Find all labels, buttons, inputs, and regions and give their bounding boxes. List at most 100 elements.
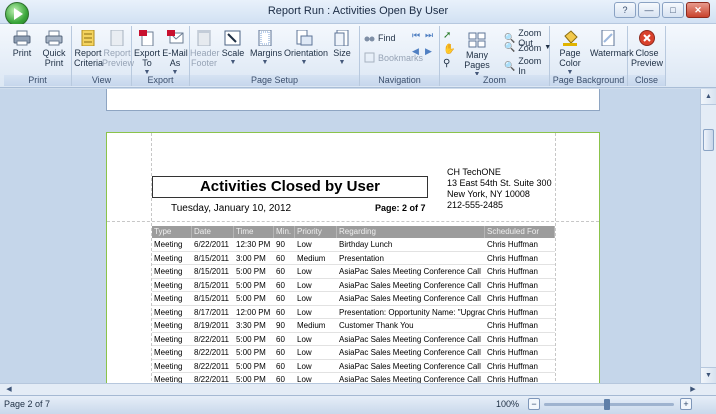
next-page-button[interactable]: ▶ bbox=[425, 46, 432, 57]
table-cell: Meeting bbox=[154, 348, 183, 357]
table-cell: AsiaPac Sales Meeting Conference Call bbox=[339, 348, 481, 357]
pointer-tool-button[interactable]: ➚ bbox=[443, 30, 451, 41]
close-window-button[interactable]: ✕ bbox=[686, 2, 710, 18]
zoom-in-button[interactable]: 🔍 Zoom In bbox=[504, 56, 549, 76]
page-size-icon bbox=[334, 30, 349, 46]
group-label-export: Export bbox=[132, 75, 189, 86]
hand-tool-button[interactable]: ✋ bbox=[443, 44, 455, 55]
close-preview-button[interactable]: Close Preview bbox=[630, 30, 664, 68]
activities-table: Type Date Time Min. Priority Regarding S… bbox=[152, 226, 555, 383]
orientation-icon bbox=[296, 30, 313, 46]
table-cell: 5:00 PM bbox=[236, 294, 266, 303]
group-label-zoom: Zoom bbox=[440, 75, 549, 86]
table-cell: Chris Huffman bbox=[487, 321, 538, 330]
last-page-button[interactable]: ⏭ bbox=[425, 30, 433, 41]
margin-guide-header bbox=[107, 221, 599, 222]
size-button[interactable]: Size ▼ bbox=[328, 30, 356, 68]
table-row: Meeting 8/22/2011 5:00 PM 60 Low AsiaPac Sale… bbox=[152, 373, 555, 383]
maximize-button[interactable]: □ bbox=[662, 2, 684, 18]
scroll-down-button[interactable]: ▼ bbox=[701, 367, 716, 383]
margins-button[interactable]: Margins ▼ bbox=[250, 30, 282, 68]
export-to-label: Export To bbox=[134, 48, 161, 68]
table-header: Type Date Time Min. Priority Regarding S… bbox=[152, 226, 555, 238]
column-header: Regarding bbox=[337, 226, 485, 238]
table-cell: Chris Huffman bbox=[487, 280, 538, 290]
magnifier-tool-button[interactable]: ⚲ bbox=[443, 58, 450, 69]
table-cell: Chris Huffman bbox=[487, 253, 538, 263]
many-pages-button[interactable]: Many Pages ▼ bbox=[458, 32, 496, 80]
table-cell: 8/15/2011 bbox=[194, 267, 229, 276]
export-icon bbox=[139, 30, 154, 46]
table-cell: 5:00 PM bbox=[236, 348, 266, 357]
table-row: Meeting 8/22/2011 5:00 PM 60 Low AsiaPac Sale… bbox=[152, 360, 555, 373]
scale-button[interactable]: Scale ▼ bbox=[220, 30, 246, 68]
title-bar: Report Run : Activities Open By User ? —… bbox=[0, 0, 716, 26]
table-cell: 8/22/2011 bbox=[194, 375, 229, 383]
export-to-button[interactable]: Export To ▼ bbox=[134, 30, 160, 78]
group-label-print: Print bbox=[4, 75, 71, 86]
email-as-button[interactable]: E-Mail As ▼ bbox=[162, 30, 188, 78]
column-header: Date bbox=[192, 226, 234, 238]
zoom-minus-button[interactable]: − bbox=[528, 398, 540, 410]
first-page-button[interactable]: ⏮ bbox=[412, 30, 420, 41]
quick-print-button[interactable]: Quick Print bbox=[38, 30, 70, 68]
table-cell: 8/17/2011 bbox=[194, 307, 229, 317]
zoom-slider[interactable] bbox=[544, 399, 674, 410]
report-page-number: Page: 2 of 7 bbox=[375, 203, 426, 213]
table-cell: Meeting bbox=[154, 267, 183, 276]
scroll-left-button[interactable]: ◀ bbox=[2, 384, 16, 395]
window-title: Report Run : Activities Open By User bbox=[267, 5, 449, 17]
ribbon: Print Quick Print Print Report Criteria … bbox=[0, 24, 716, 88]
size-label: Size bbox=[333, 48, 351, 58]
table-cell: Chris Huffman bbox=[487, 267, 538, 276]
table-cell: 60 bbox=[276, 280, 285, 290]
group-label-page-background: Page Background bbox=[550, 75, 627, 86]
find-button[interactable]: Find bbox=[364, 32, 396, 43]
column-header: Type bbox=[152, 226, 192, 238]
table-cell: Meeting bbox=[154, 240, 183, 249]
table-cell: Low bbox=[297, 361, 312, 371]
orientation-caret-icon: ▼ bbox=[300, 59, 308, 66]
table-row: Meeting 8/15/2011 5:00 PM 60 Low AsiaPac Sale… bbox=[152, 265, 555, 279]
header-footer-button[interactable]: Header Footer bbox=[190, 30, 220, 68]
orientation-button[interactable]: Orientation ▼ bbox=[284, 30, 328, 68]
minimize-button[interactable]: — bbox=[638, 2, 660, 18]
watermark-button[interactable]: Watermark bbox=[590, 30, 634, 58]
ribbon-group-close: Close Preview Close bbox=[628, 26, 666, 86]
zoom-plus-button[interactable]: + bbox=[680, 398, 692, 410]
maximize-icon: □ bbox=[670, 5, 676, 15]
document-viewer[interactable]: Activities Closed by User Tuesday, Janua… bbox=[0, 89, 700, 383]
company-phone: 212-555-2485 bbox=[447, 200, 504, 210]
table-row: Meeting 8/22/2011 5:00 PM 60 Low AsiaPac Sale… bbox=[152, 346, 555, 360]
column-header: Scheduled For bbox=[485, 226, 555, 238]
table-cell: Birthday Lunch bbox=[339, 240, 393, 249]
zoom-label: Zoom bbox=[518, 42, 542, 53]
vertical-scroll-thumb[interactable] bbox=[703, 129, 714, 151]
scroll-up-button[interactable]: ▲ bbox=[701, 89, 716, 105]
zoom-dropdown[interactable]: 🔍 Zoom ▼ bbox=[504, 42, 551, 53]
table-cell: 90 bbox=[276, 321, 285, 330]
minimize-icon: — bbox=[644, 5, 654, 15]
company-city: New York, NY 10008 bbox=[447, 189, 530, 199]
group-label-navigation: Navigation bbox=[360, 75, 439, 86]
report-criteria-button[interactable]: Report Criteria bbox=[74, 30, 103, 68]
table-cell: Chris Huffman bbox=[487, 348, 538, 357]
table-cell: Chris Huffman bbox=[487, 334, 538, 344]
report-page: Activities Closed by User Tuesday, Janua… bbox=[106, 132, 600, 383]
ribbon-group-page-background: Page Color ▼ Watermark Page Background bbox=[550, 26, 634, 86]
report-preview-button[interactable]: Report Preview bbox=[102, 30, 134, 68]
page-color-button[interactable]: Page Color ▼ bbox=[552, 30, 588, 78]
table-cell: Chris Huffman bbox=[487, 294, 538, 303]
quick-print-label: Quick Print bbox=[42, 48, 66, 68]
table-cell: AsiaPac Sales Meeting Conference Call bbox=[339, 294, 481, 303]
horizontal-scrollbar[interactable]: ◀ ▶ bbox=[0, 383, 716, 395]
table-cell: Low bbox=[297, 280, 312, 290]
zoom-percentage: 100% bbox=[496, 399, 520, 409]
vertical-scrollbar[interactable]: ▲ ▼ bbox=[700, 89, 716, 383]
table-cell: 12:30 PM bbox=[236, 240, 271, 249]
scroll-right-button[interactable]: ▶ bbox=[686, 384, 700, 395]
previous-page-button[interactable]: ◀ bbox=[412, 46, 419, 57]
zoom-slider-knob[interactable] bbox=[604, 399, 610, 410]
print-button[interactable]: Print bbox=[8, 30, 36, 58]
help-button[interactable]: ? bbox=[614, 2, 636, 18]
